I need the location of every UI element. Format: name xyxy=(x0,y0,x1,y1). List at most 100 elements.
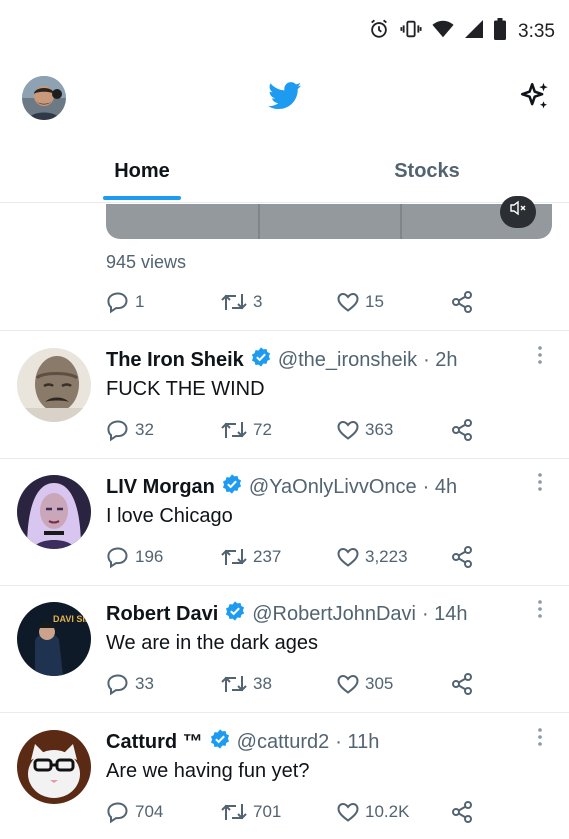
tweet-item[interactable]: Catturd ™ @catturd2 · 11h Are we having … xyxy=(0,728,569,839)
more-options-icon[interactable] xyxy=(532,471,548,498)
share-icon xyxy=(452,291,472,313)
mute-button[interactable] xyxy=(500,196,536,228)
verified-badge-icon xyxy=(209,728,231,756)
avatar-caption: DAVI SINGS SINATRA xyxy=(53,614,91,624)
tweet-actions: 33 38 305 xyxy=(106,670,486,698)
timeline-tabs: Home Stocks xyxy=(0,140,569,203)
like-button[interactable]: 3,223 xyxy=(336,543,408,571)
handle[interactable]: @YaOnlyLivvOnce xyxy=(249,476,417,499)
display-name[interactable]: Catturd ™ xyxy=(106,731,203,754)
like-count: 10.2K xyxy=(365,802,410,821)
status-time: 3:35 xyxy=(518,20,555,42)
tweet-video-media[interactable] xyxy=(106,204,552,239)
tweet-text: We are in the dark ages xyxy=(106,632,318,654)
handle[interactable]: @the_ironsheik xyxy=(278,349,417,372)
verified-badge-icon xyxy=(250,346,272,374)
tab-stocks-label: Stocks xyxy=(394,160,460,182)
retweet-count: 38 xyxy=(253,674,272,693)
like-count: 305 xyxy=(365,674,394,693)
retweet-icon xyxy=(221,804,247,820)
timestamp: · 4h xyxy=(422,475,458,498)
sparkle-icon[interactable] xyxy=(518,80,552,119)
retweet-count: 701 xyxy=(253,802,282,821)
like-button[interactable]: 363 xyxy=(336,416,393,444)
display-name[interactable]: The Iron Sheik xyxy=(106,349,244,372)
avatar[interactable] xyxy=(17,475,91,549)
timestamp: · 14h xyxy=(421,602,468,625)
retweet-button[interactable]: 3 xyxy=(220,288,262,316)
profile-avatar[interactable] xyxy=(22,76,66,120)
tweet-header: Catturd ™ @catturd2 · 11h xyxy=(106,728,379,756)
reply-count: 33 xyxy=(135,674,154,693)
like-button[interactable]: 15 xyxy=(336,288,384,316)
retweet-icon xyxy=(221,676,247,692)
reply-icon xyxy=(107,420,128,442)
share-icon xyxy=(452,673,472,695)
reply-button[interactable]: 33 xyxy=(106,670,154,698)
tab-home-label: Home xyxy=(114,160,170,182)
retweet-button[interactable]: 38 xyxy=(220,670,272,698)
reply-button[interactable]: 196 xyxy=(106,543,163,571)
heart-icon xyxy=(337,420,359,440)
battery-icon xyxy=(494,18,507,45)
retweet-count: 3 xyxy=(253,292,263,311)
twitter-bird-icon[interactable] xyxy=(268,82,302,115)
handle[interactable]: @RobertJohnDavi xyxy=(252,603,416,626)
share-icon xyxy=(452,801,472,823)
avatar[interactable] xyxy=(17,730,91,804)
media-divider xyxy=(400,204,402,239)
more-options-icon[interactable] xyxy=(532,344,548,371)
tweet-text: Are we having fun yet? xyxy=(106,760,310,782)
tweet-item[interactable]: DAVI SINGS SINATRA Robert Davi @RobertJo… xyxy=(0,600,569,712)
retweet-icon xyxy=(221,549,247,565)
tweet-text: FUCK THE WIND xyxy=(106,378,265,400)
share-icon xyxy=(452,546,472,568)
alarm-icon xyxy=(368,18,390,45)
view-count: 945 views xyxy=(106,252,187,272)
more-options-icon[interactable] xyxy=(532,598,548,625)
retweet-button[interactable]: 237 xyxy=(220,543,281,571)
avatar[interactable]: DAVI SINGS SINATRA xyxy=(17,602,91,676)
divider xyxy=(0,330,569,331)
avatar[interactable] xyxy=(17,348,91,422)
like-button[interactable]: 305 xyxy=(336,670,393,698)
active-tab-indicator xyxy=(103,196,181,200)
retweet-button[interactable]: 701 xyxy=(220,798,281,826)
share-button[interactable] xyxy=(450,670,474,698)
like-button[interactable]: 10.2K xyxy=(336,798,409,826)
like-count: 3,223 xyxy=(365,547,408,566)
share-button[interactable] xyxy=(450,798,474,826)
reply-button[interactable]: 704 xyxy=(106,798,163,826)
signal-icon xyxy=(464,19,484,44)
reply-button[interactable]: 32 xyxy=(106,416,154,444)
heart-icon xyxy=(337,547,359,567)
retweet-button[interactable]: 72 xyxy=(220,416,272,444)
reply-icon xyxy=(107,292,128,314)
top-app-bar xyxy=(0,62,569,140)
tweet-item[interactable]: LIV Morgan @YaOnlyLivvOnce · 4h I love C… xyxy=(0,473,569,585)
divider xyxy=(0,585,569,586)
tab-stocks[interactable]: Stocks xyxy=(285,140,569,202)
handle[interactable]: @catturd2 xyxy=(237,731,330,754)
verified-badge-icon xyxy=(224,600,246,628)
reply-count: 1 xyxy=(135,292,145,311)
share-button[interactable] xyxy=(450,416,474,444)
display-name[interactable]: LIV Morgan xyxy=(106,476,215,499)
vibrate-icon xyxy=(400,18,422,45)
reply-count: 196 xyxy=(135,547,164,566)
more-options-icon[interactable] xyxy=(532,726,548,753)
like-count: 15 xyxy=(365,292,384,311)
display-name[interactable]: Robert Davi xyxy=(106,603,218,626)
share-button[interactable] xyxy=(450,543,474,571)
reply-count: 32 xyxy=(135,420,154,439)
tweet-item[interactable]: The Iron Sheik @the_ironsheik · 2h FUCK … xyxy=(0,346,569,458)
heart-icon xyxy=(337,802,359,822)
heart-icon xyxy=(337,674,359,694)
reply-button[interactable]: 1 xyxy=(106,288,144,316)
verified-badge-icon xyxy=(221,473,243,501)
tab-home[interactable]: Home xyxy=(0,140,284,202)
reply-icon xyxy=(107,802,128,824)
tweet-header: Robert Davi @RobertJohnDavi · 14h xyxy=(106,600,468,628)
share-button[interactable] xyxy=(450,288,474,316)
reply-icon xyxy=(107,547,128,569)
